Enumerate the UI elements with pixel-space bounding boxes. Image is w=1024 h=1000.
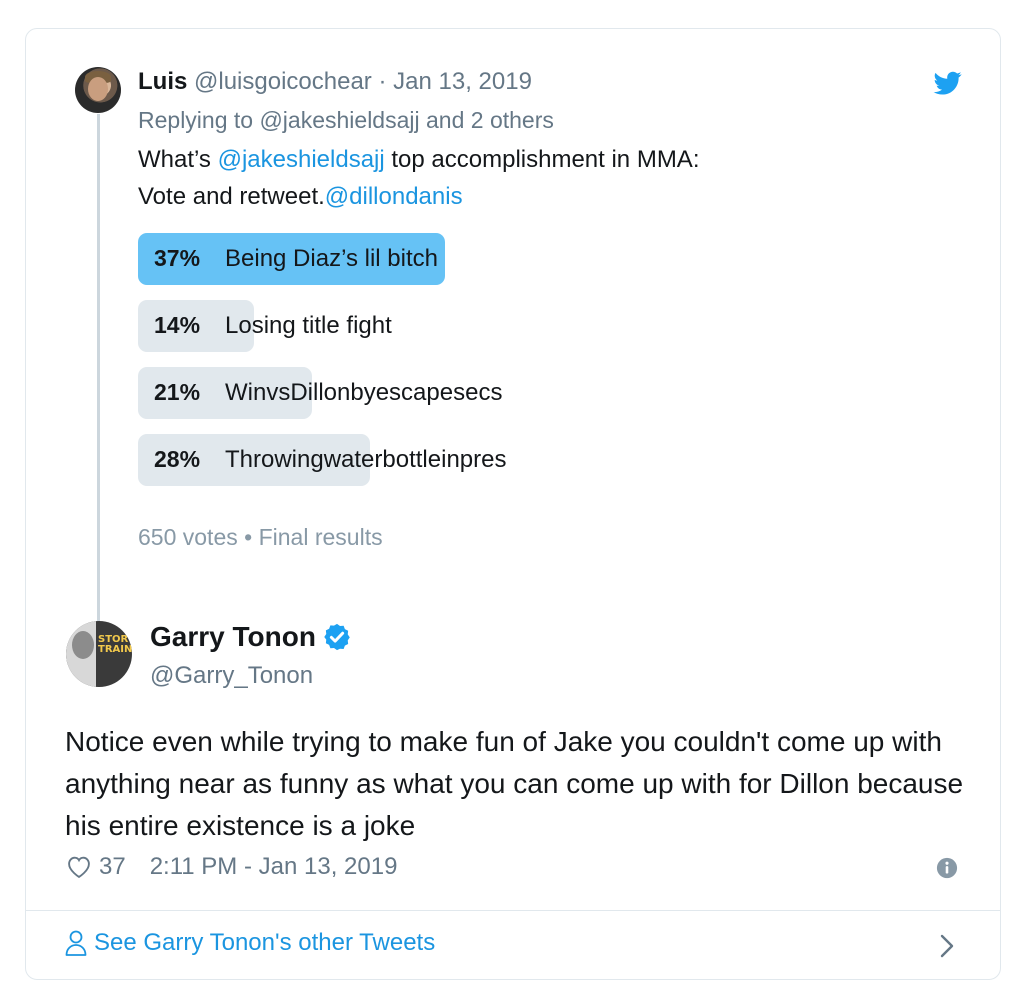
verified-badge-icon	[324, 623, 350, 651]
chevron-right-icon[interactable]	[938, 933, 956, 959]
parent-text-segment: What’s	[138, 146, 218, 173]
poll-option-label: Throwingwaterbottleinpres	[225, 446, 507, 473]
parent-author-name[interactable]: Luis	[138, 68, 187, 95]
poll-option: 28% Throwingwaterbottleinpres	[138, 434, 778, 486]
twitter-logo-icon[interactable]	[932, 69, 964, 97]
heart-icon[interactable]	[65, 853, 93, 881]
parent-tweet-text: What’s @jakeshieldsajj top accomplishmen…	[138, 141, 699, 215]
parent-tweet-date[interactable]: Jan 13, 2019	[393, 68, 532, 95]
poll-votes: 650 votes	[138, 524, 238, 550]
see-other-tweets-label[interactable]: See Garry Tonon's other Tweets	[94, 929, 435, 957]
header-separator: ·	[378, 68, 387, 95]
like-count[interactable]: 37	[99, 853, 126, 881]
poll-option: 14% Losing title fight	[138, 300, 778, 352]
avatar-text: STORY TRAINING	[98, 634, 132, 655]
embedded-tweet-card: Luis @luisgoicochear · Jan 13, 2019 Repl…	[25, 28, 1001, 980]
poll-percent: 14%	[154, 312, 201, 338]
parent-text-segment: top accomplishment in MMA:	[384, 146, 700, 173]
poll-meta: 650 votes • Final results	[138, 524, 383, 551]
main-author-name[interactable]: Garry Tonon	[150, 621, 316, 653]
main-tweet-text: Notice even while trying to make fun of …	[65, 726, 964, 841]
poll-status: Final results	[258, 524, 383, 550]
thread-line	[97, 114, 100, 644]
mention-link[interactable]: @dillondanis	[325, 183, 463, 210]
main-author-handle[interactable]: @Garry_Tonon	[150, 662, 313, 690]
poll-bullet: •	[244, 524, 253, 550]
poll-percent: 37%	[154, 245, 201, 271]
poll-option: 37% Being Diaz’s lil bitch	[138, 233, 778, 285]
see-other-tweets-link[interactable]: See Garry Tonon's other Tweets	[64, 929, 435, 957]
person-icon	[65, 930, 87, 956]
parent-author-handle[interactable]: @luisgoicochear	[194, 68, 372, 95]
info-icon[interactable]	[936, 857, 958, 879]
poll: 37% Being Diaz’s lil bitch 14% Losing ti…	[138, 233, 778, 501]
poll-option-label: Losing title fight	[225, 312, 392, 339]
main-author-row: Garry Tonon	[150, 621, 352, 653]
poll-percent: 28%	[154, 446, 201, 472]
main-tweet-footer: 37 2:11 PM - Jan 13, 2019	[65, 851, 397, 883]
parent-text-segment: Vote and retweet.	[138, 183, 325, 210]
replying-to[interactable]: Replying to @jakeshieldsajj and 2 others	[138, 107, 554, 134]
poll-option-label: WinvsDillonbyescapesecs	[225, 379, 503, 406]
poll-option: 21% WinvsDillonbyescapesecs	[138, 367, 778, 419]
parent-avatar[interactable]	[75, 67, 121, 113]
poll-percent: 21%	[154, 379, 201, 405]
tweet-timestamp[interactable]: 2:11 PM - Jan 13, 2019	[150, 853, 398, 881]
mention-link[interactable]: @jakeshieldsajj	[218, 146, 385, 173]
divider	[26, 910, 1000, 911]
parent-tweet-header: Luis @luisgoicochear · Jan 13, 2019	[138, 67, 532, 97]
poll-option-label: Being Diaz’s lil bitch	[225, 245, 438, 272]
main-avatar[interactable]: STORY TRAINING	[66, 621, 132, 687]
